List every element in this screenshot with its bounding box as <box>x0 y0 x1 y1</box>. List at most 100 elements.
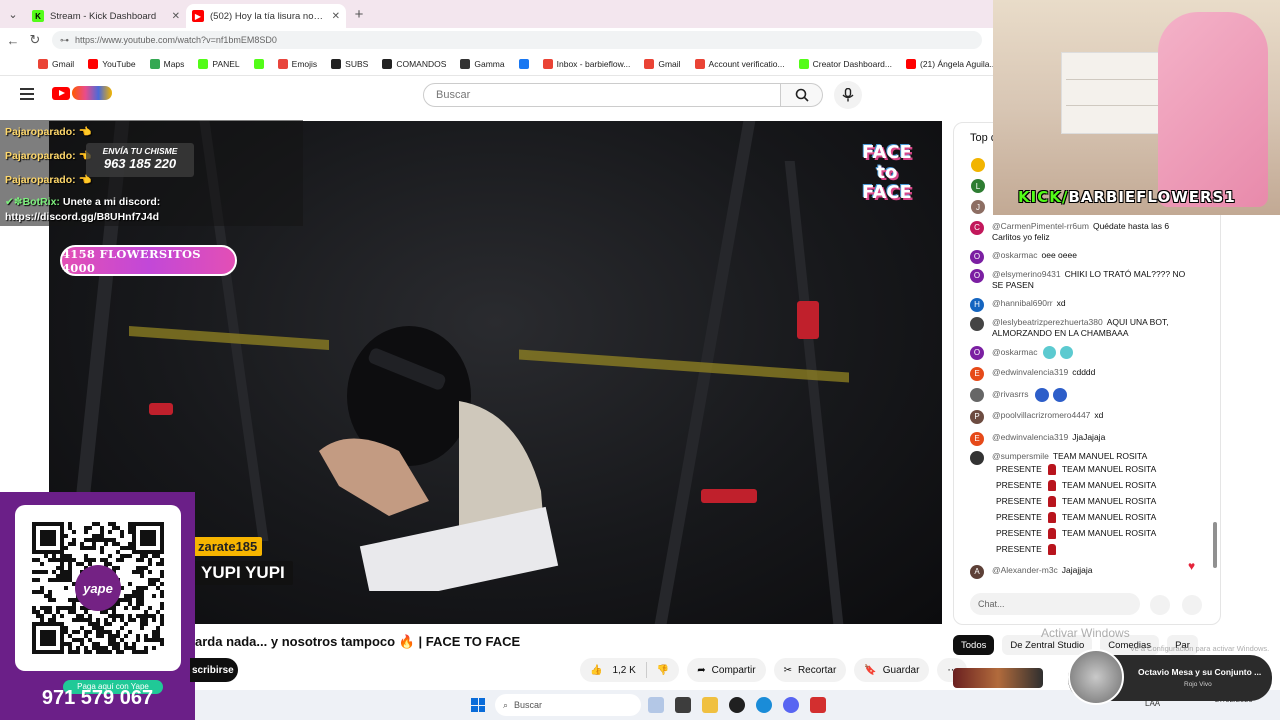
chat-avatar[interactable]: L <box>971 179 985 193</box>
bookmark-item[interactable]: Emojis <box>277 58 317 69</box>
chat-avatar[interactable]: J <box>971 200 985 214</box>
taskbar-search-input[interactable]: ⌕ Buscar <box>495 694 641 716</box>
emoji-picker-icon[interactable] <box>1150 595 1170 615</box>
filter-chip[interactable]: Todos <box>953 635 995 655</box>
chat-avatar[interactable] <box>970 317 984 331</box>
chat-avatar[interactable] <box>971 158 985 172</box>
chat-author[interactable]: @hannibal690rr <box>992 298 1053 308</box>
taskbar-search-placeholder: Buscar <box>514 700 543 710</box>
bookmark-item[interactable]: Gamma <box>460 58 505 69</box>
bookmark-item[interactable]: YouTube <box>88 58 136 69</box>
chat-avatar[interactable]: E <box>970 432 984 446</box>
bookmark-item[interactable]: Account verificatio... <box>694 58 785 69</box>
bookmark-item[interactable]: Creator Dashboard... <box>798 58 892 69</box>
bookmark-item[interactable]: COMANDOS <box>382 58 446 69</box>
chat-author[interactable]: @Alexander-m3c <box>992 565 1058 575</box>
like-icon[interactable]: 👍 <box>590 665 602 676</box>
emoji-icon <box>1034 388 1049 402</box>
save-button[interactable]: 🔖 Guardar <box>854 658 930 682</box>
clip-button[interactable]: ✂ Recortar <box>773 658 847 682</box>
tab-close-icon[interactable]: ✕ <box>332 11 340 22</box>
chat-avatar[interactable]: P <box>970 410 984 424</box>
discord-icon[interactable] <box>783 697 799 713</box>
chat-author[interactable]: @leslybeatrizperezhuerta380 <box>992 317 1103 327</box>
browser-tab-kick[interactable]: K Stream - Kick Dashboard ✕ <box>26 4 186 28</box>
chat-author[interactable]: @elsymerino9431 <box>992 269 1061 279</box>
chat-author[interactable]: @oskarmac <box>992 250 1037 260</box>
reaction-heart-icon[interactable]: ♥ <box>1188 559 1195 573</box>
bookmark-favicon-icon <box>88 58 99 69</box>
bookmark-item[interactable]: (21) Ángela Aguila... <box>905 58 994 69</box>
search-input[interactable]: Buscar <box>423 83 781 107</box>
back-arrow-icon[interactable]: ← <box>4 31 22 49</box>
bookmark-label: Inbox - barbieflow... <box>556 58 631 69</box>
tab-search-icon[interactable]: ⌄ <box>0 0 26 28</box>
chat-text: oee oeee <box>1041 250 1077 260</box>
overlay-bot-line: ✔✽BotRix: Unete a mi discord: <box>5 196 161 208</box>
chat-avatar[interactable]: A <box>970 565 984 579</box>
widgets-icon[interactable] <box>648 697 664 713</box>
dislike-icon[interactable]: 👎 <box>657 665 669 676</box>
app-icon[interactable] <box>729 697 745 713</box>
bookmark-favicon-icon <box>694 58 705 69</box>
youtube-logo[interactable] <box>52 86 112 100</box>
chat-message: E @edwinvalencia319 cdddd <box>970 367 1190 381</box>
bookmark-item[interactable] <box>518 58 529 69</box>
edge-icon[interactable] <box>756 697 772 713</box>
chat-avatar[interactable]: H <box>970 298 984 312</box>
menu-icon[interactable] <box>20 88 34 100</box>
chat-author[interactable]: @sumpersmile <box>992 451 1049 461</box>
chat-author[interactable]: @poolvillacrizromero4447 <box>992 410 1090 420</box>
chat-author[interactable]: @rivasrrs <box>992 389 1029 399</box>
emoji-icon <box>1060 346 1074 359</box>
chat-text: xd <box>1056 298 1066 308</box>
windows-start-icon[interactable] <box>471 698 485 712</box>
chat-author[interactable]: @edwinvalencia319 <box>992 432 1068 442</box>
bookmark-item[interactable] <box>253 58 264 69</box>
windows-activation-subtext: Ve a Configuración para activar Windows. <box>1130 644 1270 653</box>
chat-message-continuation: PRESENTE TEAM MANUEL ROSITA <box>996 528 1236 539</box>
chat-avatar[interactable]: O <box>970 346 984 360</box>
media-app-icon[interactable] <box>810 697 826 713</box>
reload-icon[interactable]: ↻ <box>26 31 44 49</box>
chat-avatar[interactable]: E <box>970 367 984 381</box>
file-explorer-icon[interactable] <box>702 697 718 713</box>
yape-number: 971 579 067 <box>41 687 154 709</box>
browser-tab-youtube[interactable]: ▶ (502) Hoy la tía lisura no se guarda n… <box>186 4 346 28</box>
bookmark-favicon-icon <box>542 58 553 69</box>
chat-avatar[interactable] <box>970 451 984 465</box>
bookmark-item[interactable]: Gmail <box>38 58 74 69</box>
recommended-video-thumbnail[interactable] <box>953 668 1043 688</box>
bookmark-item[interactable]: Gmail <box>644 58 681 69</box>
chat-author[interactable]: @edwinvalencia319 <box>992 367 1068 377</box>
bookmark-item[interactable]: Inbox - barbieflow... <box>542 58 631 69</box>
tab-title: (502) Hoy la tía lisura no se guarda nad… <box>210 10 326 22</box>
new-tab-button[interactable]: + <box>346 6 372 23</box>
chat-avatar[interactable]: O <box>970 269 984 283</box>
bookmark-item[interactable]: SUBS <box>331 58 368 69</box>
chat-avatar[interactable]: C <box>970 221 984 235</box>
chat-scrollbar[interactable] <box>1213 522 1217 568</box>
site-info-icon[interactable]: ⊶ <box>60 35 69 46</box>
chat-message-continuation: PRESENTE TEAM MANUEL ROSITA <box>996 480 1236 491</box>
youtube-header: Buscar <box>0 76 994 120</box>
bookmark-item[interactable]: PANEL <box>198 58 240 69</box>
send-icon[interactable] <box>1182 595 1202 615</box>
url-field[interactable]: ⊶ https://www.youtube.com/watch?v=nf1bmE… <box>52 31 982 49</box>
chat-avatar[interactable] <box>970 388 984 402</box>
chisme-banner: ENVÍA TU CHISME 963 185 220 <box>86 143 194 177</box>
bookmark-item[interactable]: Maps <box>149 58 184 69</box>
bookmark-label: (21) Ángela Aguila... <box>919 58 994 69</box>
media-notification[interactable]: Octavio Mesa y su Conjunto ... Rojo Vivo <box>1068 649 1272 705</box>
voice-search-button[interactable] <box>834 81 862 109</box>
chat-author[interactable]: @oskarmac <box>992 347 1037 357</box>
search-button[interactable] <box>781 83 823 107</box>
chat-avatar[interactable]: O <box>970 250 984 264</box>
subscribe-button[interactable]: scribirse <box>190 658 238 682</box>
chat-author[interactable]: @CarmenPimentel-rr6um <box>992 221 1089 231</box>
chat-input[interactable]: Chat... <box>970 593 1140 615</box>
tab-close-icon[interactable]: ✕ <box>172 11 180 22</box>
share-button[interactable]: ➦ Compartir <box>687 658 766 682</box>
task-view-icon[interactable] <box>675 697 691 713</box>
like-dislike-button[interactable]: 👍 1,2 K 👎 <box>580 658 680 682</box>
